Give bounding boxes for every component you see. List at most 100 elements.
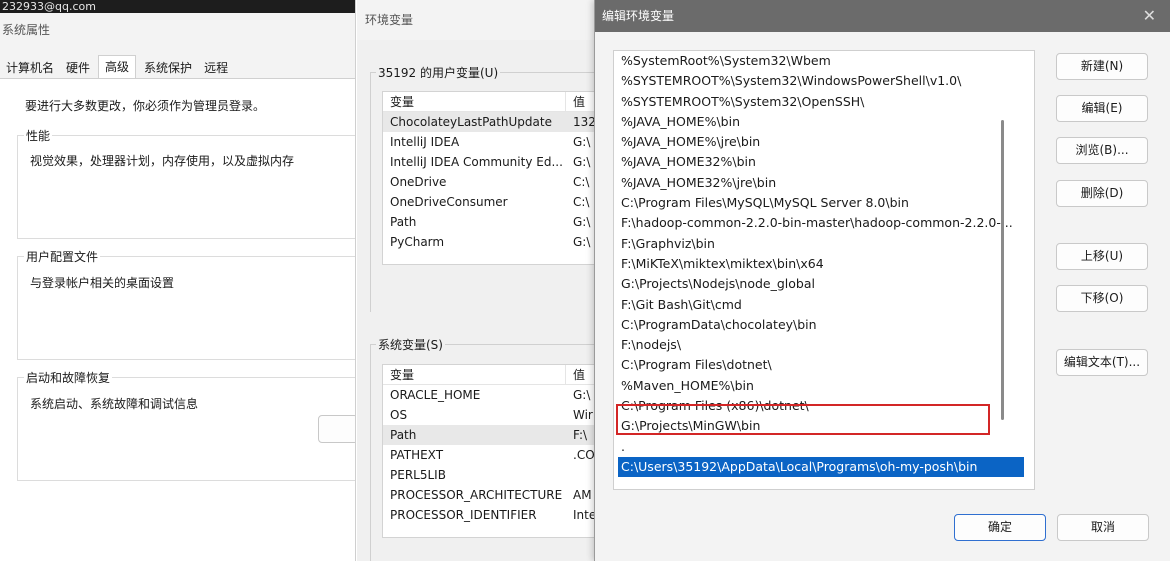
move-up-button[interactable]: 上移(U) [1056, 243, 1148, 270]
var-value: Wir [573, 408, 593, 422]
path-entry[interactable]: F:\MiKTeX\miktex\miktex\bin\x64 [614, 254, 1034, 274]
var-name: PERL5LIB [390, 468, 446, 482]
tab-system-protection[interactable]: 系统保护 [138, 58, 198, 79]
path-entry[interactable]: F:\Git Bash\Git\cmd [614, 295, 1034, 315]
ok-button[interactable]: 确定 [954, 514, 1046, 541]
list-header: 变量 值 [383, 92, 596, 112]
var-value: AM [573, 488, 592, 502]
var-value [566, 465, 573, 485]
var-name: PATHEXT [390, 448, 444, 462]
user-vars-label: 35192 的用户变量(U) [376, 64, 501, 81]
startup-recovery-desc: 系统启动、系统故障和调试信息 [30, 397, 199, 411]
path-entry[interactable]: %JAVA_HOME%\jre\bin [614, 132, 1034, 152]
tab-advanced[interactable]: 高级 [98, 55, 137, 79]
user-var-row[interactable]: OneDrive C:\ [383, 172, 596, 192]
var-value: 132 [573, 115, 596, 129]
var-name: Path [390, 428, 417, 442]
close-icon[interactable]: ✕ [1143, 0, 1156, 32]
column-header-variable[interactable]: 变量 [383, 365, 566, 384]
path-entry[interactable]: C:\Program Files\MySQL\MySQL Server 8.0\… [614, 193, 1034, 213]
path-entry[interactable]: %JAVA_HOME32%\jre\bin [614, 173, 1034, 193]
var-name: OneDriveConsumer [390, 195, 508, 209]
user-profile-label: 用户配置文件 [24, 248, 101, 265]
delete-button[interactable]: 删除(D) [1056, 180, 1148, 207]
dialog-title: 编辑环境变量 [602, 9, 675, 23]
path-entry[interactable]: F:\nodejs\ [614, 335, 1034, 355]
startup-recovery-label: 启动和故障恢复 [24, 369, 113, 386]
var-name: PROCESSOR_ARCHITECTURE [390, 488, 563, 502]
user-var-row[interactable]: Path G:\ [383, 212, 596, 232]
var-name: ChocolateyLastPathUpdate [390, 115, 552, 129]
user-var-row[interactable]: ChocolateyLastPathUpdate 132 [383, 112, 596, 132]
list-scrollbar[interactable] [1001, 120, 1004, 420]
var-name: OS [390, 408, 408, 422]
edit-text-button[interactable]: 编辑文本(T)... [1056, 349, 1148, 376]
user-var-row[interactable]: IntelliJ IDEA G:\ [383, 132, 596, 152]
system-var-row[interactable]: Path F:\ [383, 425, 596, 445]
tab-hardware[interactable]: 硬件 [60, 58, 96, 79]
var-value: G:\ [573, 388, 591, 402]
user-vars-list[interactable]: 变量 值 ChocolateyLastPathUpdate 132 Intelli… [382, 91, 596, 265]
path-entry[interactable]: F:\Graphviz\bin [614, 234, 1034, 254]
system-var-row[interactable]: PERL5LIB [383, 465, 596, 485]
browse-button[interactable]: 浏览(B)... [1056, 137, 1148, 164]
path-entry[interactable]: %JAVA_HOME32%\bin [614, 152, 1034, 172]
path-entry[interactable]: . [614, 437, 1034, 457]
user-var-row[interactable]: PyCharm G:\ [383, 232, 596, 252]
system-var-row[interactable]: OS Wir [383, 405, 596, 425]
environment-variables-window: 环境变量 35192 的用户变量(U) 变量 值 ChocolateyLastP… [357, 0, 597, 561]
user-var-row[interactable]: OneDriveConsumer C:\ [383, 192, 596, 212]
path-entry[interactable]: C:\Program Files\dotnet\ [614, 355, 1034, 375]
path-entry[interactable]: G:\Projects\Nodejs\node_global [614, 274, 1034, 294]
edit-button[interactable]: 编辑(E) [1056, 95, 1148, 122]
column-header-value[interactable]: 值 [566, 92, 585, 111]
system-properties-window: 232933@qq.com 系统属性 计算机名 硬件 高级 系统保护 远程 要进… [0, 0, 356, 561]
var-value: G:\ [573, 235, 591, 249]
var-name: OneDrive [390, 175, 447, 189]
env-window-title: 环境变量 [365, 13, 414, 27]
var-value: Inte [573, 508, 597, 522]
system-var-row[interactable]: PROCESSOR_IDENTIFIER Inte [383, 505, 597, 525]
partial-button[interactable] [318, 415, 355, 443]
tab-remote[interactable]: 远程 [198, 58, 234, 79]
var-name: IntelliJ IDEA [390, 135, 460, 149]
admin-warning: 要进行大多数更改，你必须作为管理员登录。 [25, 99, 266, 113]
performance-label: 性能 [24, 127, 53, 144]
column-header-value[interactable]: 值 [566, 365, 585, 384]
edit-environment-variable-dialog: 编辑环境变量 ✕ %SystemRoot%\System32\Wbem %SYST… [594, 0, 1170, 561]
user-var-row[interactable]: IntelliJ IDEA Community Ed... G:\ [383, 152, 596, 172]
account-email: 232933@qq.com [0, 0, 355, 13]
var-name: Path [390, 215, 417, 229]
tab-computer-name[interactable]: 计算机名 [0, 58, 60, 79]
path-entry[interactable]: %Maven_HOME%\bin [614, 376, 1034, 396]
path-entry[interactable]: F:\hadoop-common-2.2.0-bin-master\hadoop… [614, 213, 1034, 233]
system-var-row[interactable]: PROCESSOR_ARCHITECTURE AM [383, 485, 596, 505]
path-entry[interactable]: %SYSTEMROOT%\System32\OpenSSH\ [614, 92, 1034, 112]
tab-bar: 计算机名 硬件 高级 系统保护 远程 [0, 55, 234, 79]
new-button[interactable]: 新建(N) [1056, 53, 1148, 80]
var-name: PROCESSOR_IDENTIFIER [390, 508, 537, 522]
var-name: PyCharm [390, 235, 445, 249]
path-entry[interactable]: C:\ProgramData\chocolatey\bin [614, 315, 1034, 335]
path-entry[interactable]: %SystemRoot%\System32\Wbem [614, 51, 1034, 71]
path-entry[interactable]: %JAVA_HOME%\bin [614, 112, 1034, 132]
path-entry-selected[interactable]: C:\Users\35192\AppData\Local\Programs\oh… [618, 456, 1024, 478]
system-vars-list[interactable]: 变量 值 ORACLE_HOME G:\ OS Wir Path F:\ PATHEX… [382, 364, 597, 538]
system-vars-label: 系统变量(S) [376, 336, 445, 353]
column-header-variable[interactable]: 变量 [383, 92, 566, 111]
system-var-row[interactable]: PATHEXT .CO [383, 445, 596, 465]
dialog-title-bar: 编辑环境变量 ✕ [595, 0, 1170, 32]
user-profile-desc: 与登录帐户相关的桌面设置 [30, 276, 175, 290]
system-var-row[interactable]: ORACLE_HOME G:\ [383, 385, 596, 405]
var-value: F:\ [573, 428, 588, 442]
performance-group: 性能 视觉效果，处理器计划，内存使用，以及虚拟内存 [17, 127, 355, 239]
var-value: G:\ [573, 215, 591, 229]
window-title: 系统属性 [2, 23, 51, 37]
highlight-annotation [616, 404, 990, 435]
startup-recovery-group: 启动和故障恢复 系统启动、系统故障和调试信息 [17, 369, 355, 481]
var-value: G:\ [573, 155, 591, 169]
path-entry[interactable]: %SYSTEMROOT%\System32\WindowsPowerShell\… [614, 71, 1034, 91]
move-down-button[interactable]: 下移(O) [1056, 285, 1148, 312]
cancel-button[interactable]: 取消 [1057, 514, 1149, 541]
var-name: IntelliJ IDEA Community Ed... [390, 155, 563, 169]
